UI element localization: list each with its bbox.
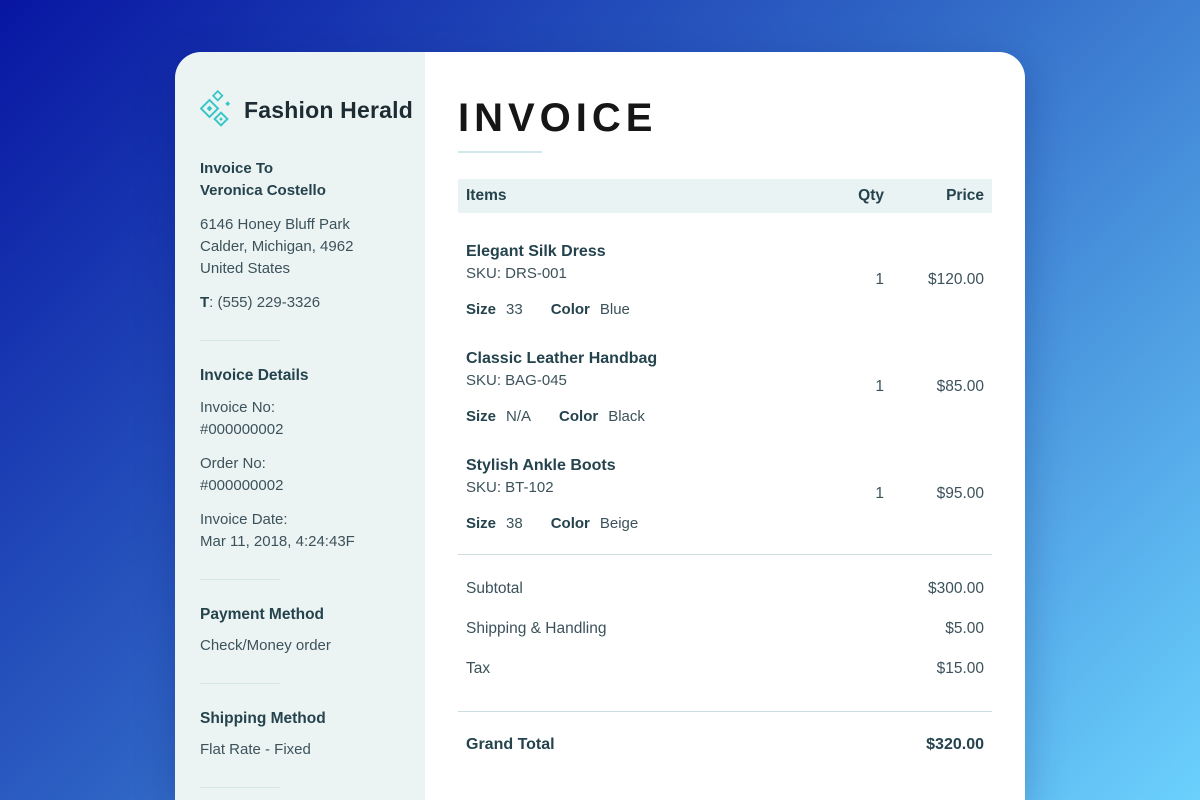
invoice-date-value: Mar 11, 2018, 4:24:43F xyxy=(200,531,400,553)
item-attributes: Size 38 Color Beige xyxy=(466,515,794,532)
customer-name: Veronica Costello xyxy=(200,180,400,202)
shipping-row: Shipping & Handling $5.00 xyxy=(458,609,992,649)
address-line: Calder, Michigan, 4962 xyxy=(200,236,400,258)
order-number-value: #000000002 xyxy=(200,475,400,497)
invoice-date-label: Invoice Date: xyxy=(200,509,400,531)
order-number-entry: Order No: #000000002 xyxy=(200,453,400,497)
shipping-method-value: Flat Rate - Fixed xyxy=(200,739,400,761)
subtotal-value: $300.00 xyxy=(928,580,984,598)
invoice-number-label: Invoice No: xyxy=(200,397,400,419)
invoice-main: INVOICE Items Qty Price Elegant Silk Dre… xyxy=(425,52,1025,800)
size-label: Size xyxy=(466,515,496,532)
items-table-header: Items Qty Price xyxy=(458,179,992,213)
invoice-number-entry: Invoice No: #000000002 xyxy=(200,397,400,441)
invoice-details-heading: Invoice Details xyxy=(200,367,400,385)
color-label: Color xyxy=(559,408,598,425)
shipping-method-heading: Shipping Method xyxy=(200,710,400,728)
totals-divider xyxy=(458,554,992,555)
address-line: United States xyxy=(200,258,400,280)
customer-address: 6146 Honey Bluff Park Calder, Michigan, … xyxy=(200,214,400,280)
brand-logo: Fashion Herald xyxy=(200,90,400,130)
customer-phone: T: (555) 229-3326 xyxy=(200,292,400,314)
sidebar-divider xyxy=(200,787,280,788)
title-underline xyxy=(458,151,542,153)
address-line: 6146 Honey Bluff Park xyxy=(200,214,400,236)
sidebar-divider xyxy=(200,340,280,341)
brand-name: Fashion Herald xyxy=(244,97,413,124)
grand-total-row: Grand Total $320.00 xyxy=(458,712,992,754)
grand-total-value: $320.00 xyxy=(926,736,984,754)
column-header-items: Items xyxy=(466,187,794,205)
subtotal-label: Subtotal xyxy=(466,580,523,598)
item-name: Classic Leather Handbag xyxy=(466,348,794,370)
size-value: 38 xyxy=(506,515,523,532)
table-row: Elegant Silk Dress SKU: DRS-001 Size 33 Co… xyxy=(458,221,992,318)
size-label: Size xyxy=(466,408,496,425)
item-sku: SKU: BAG-045 xyxy=(466,370,794,392)
item-attributes: Size 33 Color Blue xyxy=(466,301,794,318)
invoice-date-entry: Invoice Date: Mar 11, 2018, 4:24:43F xyxy=(200,509,400,553)
grand-total-label: Grand Total xyxy=(466,736,555,754)
item-name: Stylish Ankle Boots xyxy=(466,455,794,477)
invoice-to-label: Invoice To xyxy=(200,158,400,180)
tax-label: Tax xyxy=(466,660,490,678)
size-label: Size xyxy=(466,301,496,318)
invoice-sidebar: Fashion Herald Invoice To Veronica Coste… xyxy=(175,52,425,800)
phone-number: : (555) 229-3326 xyxy=(209,294,320,311)
item-price: $95.00 xyxy=(884,485,984,503)
item-sku: SKU: DRS-001 xyxy=(466,263,794,285)
color-value: Black xyxy=(608,408,645,425)
phone-label: T xyxy=(200,294,209,311)
item-sku: SKU: BT-102 xyxy=(466,477,794,499)
shipping-label: Shipping & Handling xyxy=(466,620,606,638)
table-row: Classic Leather Handbag SKU: BAG-045 Siz… xyxy=(458,328,992,425)
tax-value: $15.00 xyxy=(937,660,984,678)
item-price: $85.00 xyxy=(884,378,984,396)
table-row: Stylish Ankle Boots SKU: BT-102 Size 38 Co… xyxy=(458,435,992,532)
size-value: 33 xyxy=(506,301,523,318)
item-qty: 1 xyxy=(794,378,884,396)
color-label: Color xyxy=(551,301,590,318)
item-name: Elegant Silk Dress xyxy=(466,241,794,263)
shipping-value: $5.00 xyxy=(945,620,984,638)
color-value: Blue xyxy=(600,301,630,318)
item-qty: 1 xyxy=(794,271,884,289)
item-qty: 1 xyxy=(794,485,884,503)
items-list: Elegant Silk Dress SKU: DRS-001 Size 33 Co… xyxy=(458,213,992,532)
subtotal-row: Subtotal $300.00 xyxy=(458,569,992,609)
sidebar-divider xyxy=(200,579,280,580)
size-value: N/A xyxy=(506,408,531,425)
sidebar-divider xyxy=(200,683,280,684)
color-value: Beige xyxy=(600,515,638,532)
item-price: $120.00 xyxy=(884,271,984,289)
payment-method-heading: Payment Method xyxy=(200,606,400,624)
payment-method-value: Check/Money order xyxy=(200,635,400,657)
column-header-price: Price xyxy=(884,187,984,205)
invoice-card: Fashion Herald Invoice To Veronica Coste… xyxy=(175,52,1025,800)
column-header-qty: Qty xyxy=(794,187,884,205)
color-label: Color xyxy=(551,515,590,532)
item-attributes: Size N/A Color Black xyxy=(466,408,794,425)
page-title: INVOICE xyxy=(458,96,992,140)
diamond-cluster-icon xyxy=(200,90,236,130)
tax-row: Tax $15.00 xyxy=(458,649,992,689)
totals-section: Subtotal $300.00 Shipping & Handling $5.… xyxy=(458,569,992,689)
order-number-label: Order No: xyxy=(200,453,400,475)
invoice-number-value: #000000002 xyxy=(200,419,400,441)
